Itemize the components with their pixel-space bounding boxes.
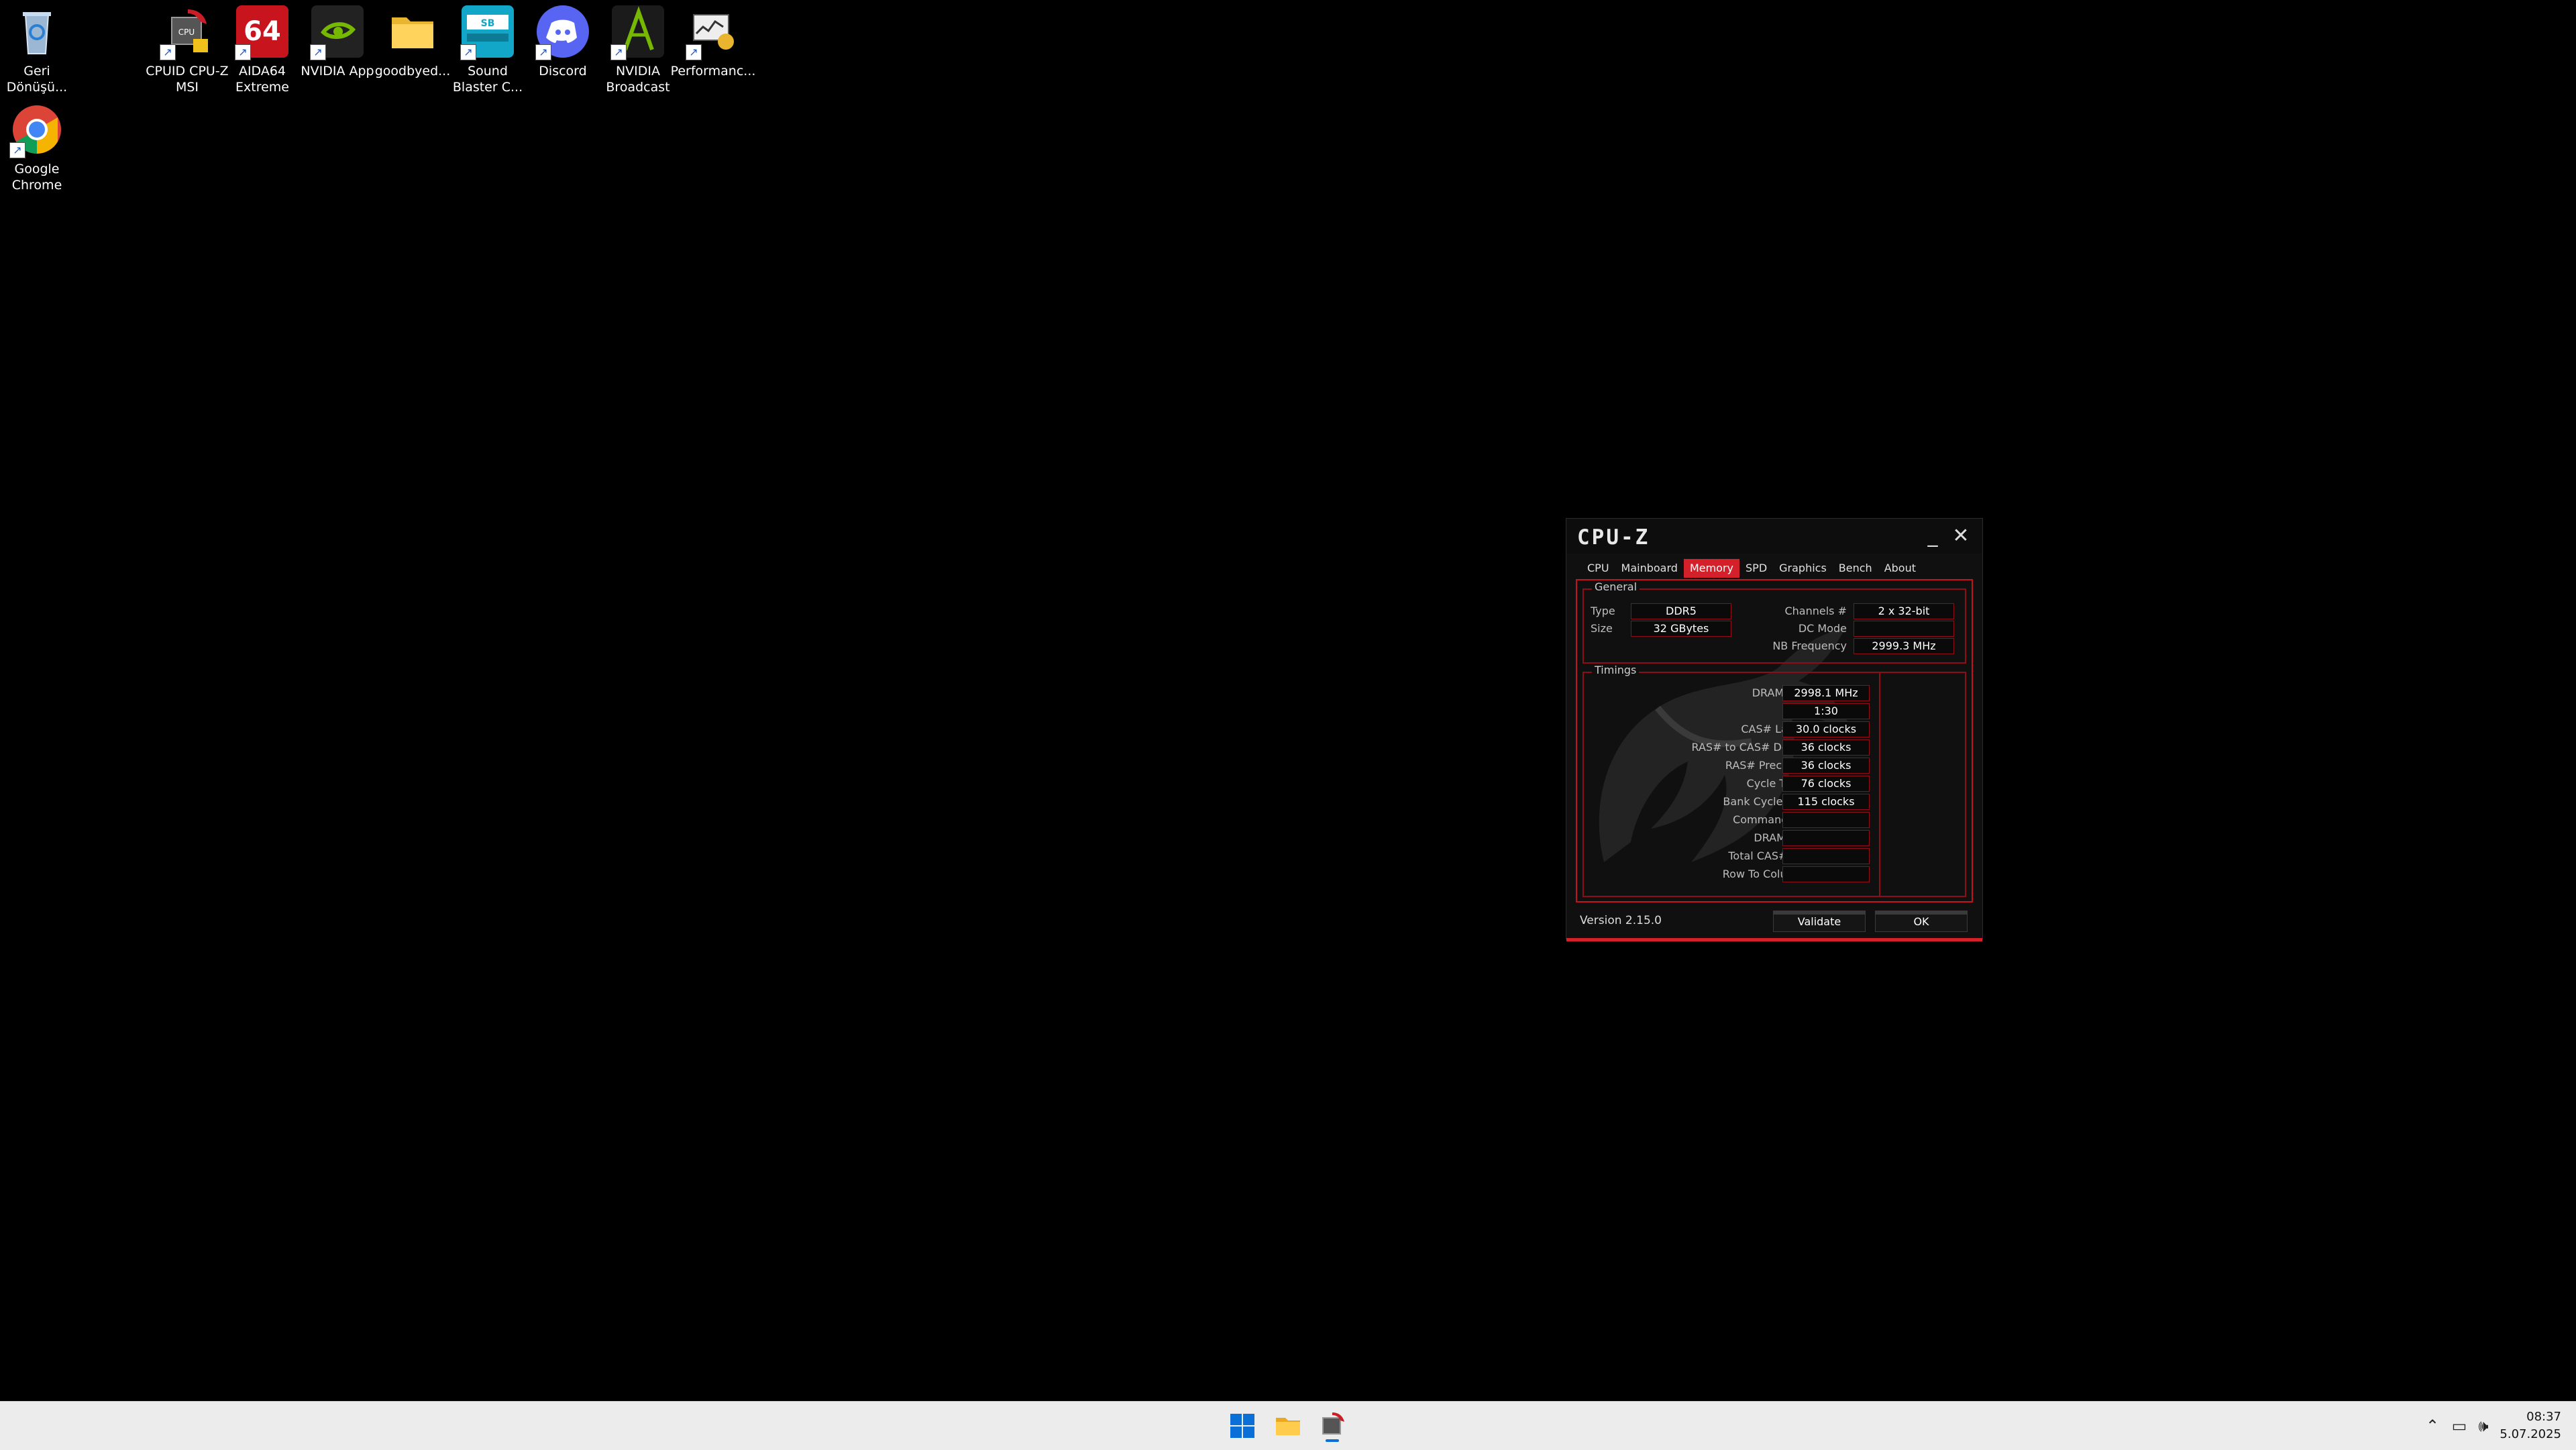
network-icon[interactable]: ▭	[2450, 1416, 2469, 1435]
folder-icon	[386, 5, 439, 58]
size-field: 32 GBytes	[1631, 621, 1731, 637]
file-explorer-button[interactable]	[1272, 1410, 1304, 1442]
desktop-icon-discord[interactable]: ↗ Discord	[519, 5, 606, 79]
cpuz-title: CPU-Z	[1577, 525, 1650, 550]
tab-graphics[interactable]: Graphics	[1773, 559, 1833, 578]
svg-text:CPU: CPU	[178, 28, 195, 37]
desktop-icon-folder[interactable]: goodbyed...	[369, 5, 456, 79]
desktop-icon-label: Discord	[539, 64, 587, 79]
sound-blaster-icon: SB ↗	[460, 5, 514, 60]
svg-text:SB: SB	[481, 18, 495, 29]
timing-value: 36 clocks	[1782, 758, 1870, 774]
channels-label: Channels #	[1784, 605, 1847, 617]
tab-about[interactable]: About	[1878, 559, 1922, 578]
cpuz-msi-icon	[1322, 1412, 1344, 1435]
desktop-icon-label: Sound Blaster C...	[452, 64, 523, 95]
desktop-icon-label: Google Chrome	[11, 162, 62, 193]
desktop-icon-nvidia-broadcast[interactable]: ↗ NVIDIA Broadcast	[594, 5, 682, 95]
cpuz-tabs: CPU Mainboard Memory SPD Graphics Bench …	[1581, 559, 1922, 578]
desktop-icon-aida64[interactable]: 64 ↗ AIDA64 Extreme	[219, 5, 306, 95]
performance-monitor-icon: ↗	[686, 5, 739, 60]
tab-mainboard[interactable]: Mainboard	[1615, 559, 1684, 578]
nb-frequency-label: NB Frequency	[1772, 639, 1847, 652]
desktop-icon-label: NVIDIA App	[301, 64, 374, 79]
windows-logo-icon	[1230, 1414, 1254, 1438]
timing-value: 2998.1 MHz	[1782, 685, 1870, 701]
show-hidden-icons-chevron-icon[interactable]: ⌃	[2423, 1416, 2442, 1435]
desktop-icon-label: AIDA64 Extreme	[235, 64, 289, 95]
timing-value: 1:30	[1782, 703, 1870, 719]
desktop-icon-recycle-bin[interactable]: Geri Dönüşü...	[0, 5, 80, 95]
tab-spd[interactable]: SPD	[1739, 559, 1773, 578]
tab-cpu[interactable]: CPU	[1581, 559, 1615, 578]
timing-value	[1782, 848, 1870, 864]
desktop-icon-nvidia-app[interactable]: ↗ NVIDIA App	[294, 5, 381, 79]
shortcut-arrow-icon: ↗	[460, 44, 476, 60]
cpuz-msi-icon: CPU ↗	[160, 5, 213, 60]
timing-value	[1782, 830, 1870, 846]
start-button[interactable]	[1226, 1410, 1258, 1442]
minimize-button[interactable]: _	[1921, 524, 1945, 548]
shortcut-arrow-icon: ↗	[310, 44, 326, 60]
shortcut-arrow-icon: ↗	[686, 44, 702, 60]
desktop-icon-label: Performanc...	[670, 64, 756, 79]
clock-date: 5.07.2025	[2500, 1427, 2561, 1441]
discord-icon: ↗	[535, 5, 589, 60]
taskbar: ⌃ ▭ 🕪 08:37 5.07.2025	[0, 1401, 2576, 1450]
chrome-icon: ↗	[9, 103, 63, 158]
type-field: DDR5	[1631, 603, 1731, 619]
general-group: General Type DDR5 Size 32 GBytes Channel…	[1582, 580, 1966, 664]
desktop-icon-label: NVIDIA Broadcast	[606, 64, 670, 95]
cpuz-taskbar-button[interactable]	[1316, 1410, 1348, 1442]
timings-divider	[1879, 673, 1880, 896]
general-group-title: General	[1592, 580, 1640, 593]
folder-icon	[1276, 1418, 1300, 1435]
shortcut-arrow-icon: ↗	[235, 44, 251, 60]
timing-value: 76 clocks	[1782, 776, 1870, 792]
shortcut-arrow-icon: ↗	[535, 44, 551, 60]
type-label: Type	[1591, 605, 1615, 617]
recycle-bin-icon	[11, 5, 63, 58]
shortcut-arrow-icon: ↗	[9, 142, 25, 158]
timing-value: 115 clocks	[1782, 794, 1870, 810]
timing-value: 36 clocks	[1782, 739, 1870, 756]
timing-value	[1782, 866, 1870, 882]
volume-icon[interactable]: 🕪	[2474, 1416, 2493, 1435]
nvidia-app-icon: ↗	[310, 5, 364, 60]
timings-group-title: Timings	[1592, 664, 1640, 676]
version-text: Version 2.15.0	[1580, 914, 1662, 927]
memory-panel: General Type DDR5 Size 32 GBytes Channel…	[1576, 579, 1973, 902]
shortcut-arrow-icon: ↗	[160, 44, 176, 60]
cpuz-titlebar[interactable]: CPU-Z _ ✕	[1566, 519, 1982, 554]
tab-bench[interactable]: Bench	[1833, 559, 1878, 578]
dc-mode-label: DC Mode	[1798, 622, 1847, 635]
clock-time: 08:37	[2526, 1410, 2561, 1424]
size-label: Size	[1591, 622, 1613, 635]
timing-value: 30.0 clocks	[1782, 721, 1870, 737]
aida64-icon: 64 ↗	[235, 5, 288, 60]
cpuz-window[interactable]: CPU-Z _ ✕ CPU Mainboard Memory SPD Graph…	[1566, 518, 1983, 941]
svg-text:64: 64	[244, 16, 281, 47]
desktop-icon-label: goodbyed...	[374, 64, 451, 79]
dc-mode-field	[1854, 621, 1954, 637]
desktop-icon-performance[interactable]: ↗ Performanc...	[669, 5, 757, 79]
desktop-icon-chrome[interactable]: ↗ Google Chrome	[0, 103, 80, 193]
ok-button[interactable]: OK	[1875, 911, 1968, 932]
accent-line	[1566, 938, 1982, 941]
shortcut-arrow-icon: ↗	[610, 44, 627, 60]
desktop-icon-label: CPUID CPU-Z MSI	[146, 64, 229, 95]
validate-button[interactable]: Validate	[1773, 911, 1866, 932]
channels-field: 2 x 32-bit	[1854, 603, 1954, 619]
desktop-icon-cpuz[interactable]: CPU ↗ CPUID CPU-Z MSI	[144, 5, 231, 95]
timing-value	[1782, 812, 1870, 828]
timings-group: Timings DRAM Frequency2998.1 MHzFSB:DRAM…	[1582, 664, 1966, 897]
desktop-icon-sound-blaster[interactable]: SB ↗ Sound Blaster C...	[444, 5, 531, 95]
close-button[interactable]: ✕	[1949, 524, 1973, 548]
nb-frequency-field: 2999.3 MHz	[1854, 638, 1954, 654]
nvidia-broadcast-icon: ↗	[610, 5, 664, 60]
desktop-icon-label: Geri Dönüşü...	[6, 64, 68, 95]
tab-memory[interactable]: Memory	[1683, 559, 1740, 578]
clock[interactable]: 08:37 5.07.2025	[2500, 1408, 2561, 1443]
active-indicator	[1326, 1439, 1339, 1442]
